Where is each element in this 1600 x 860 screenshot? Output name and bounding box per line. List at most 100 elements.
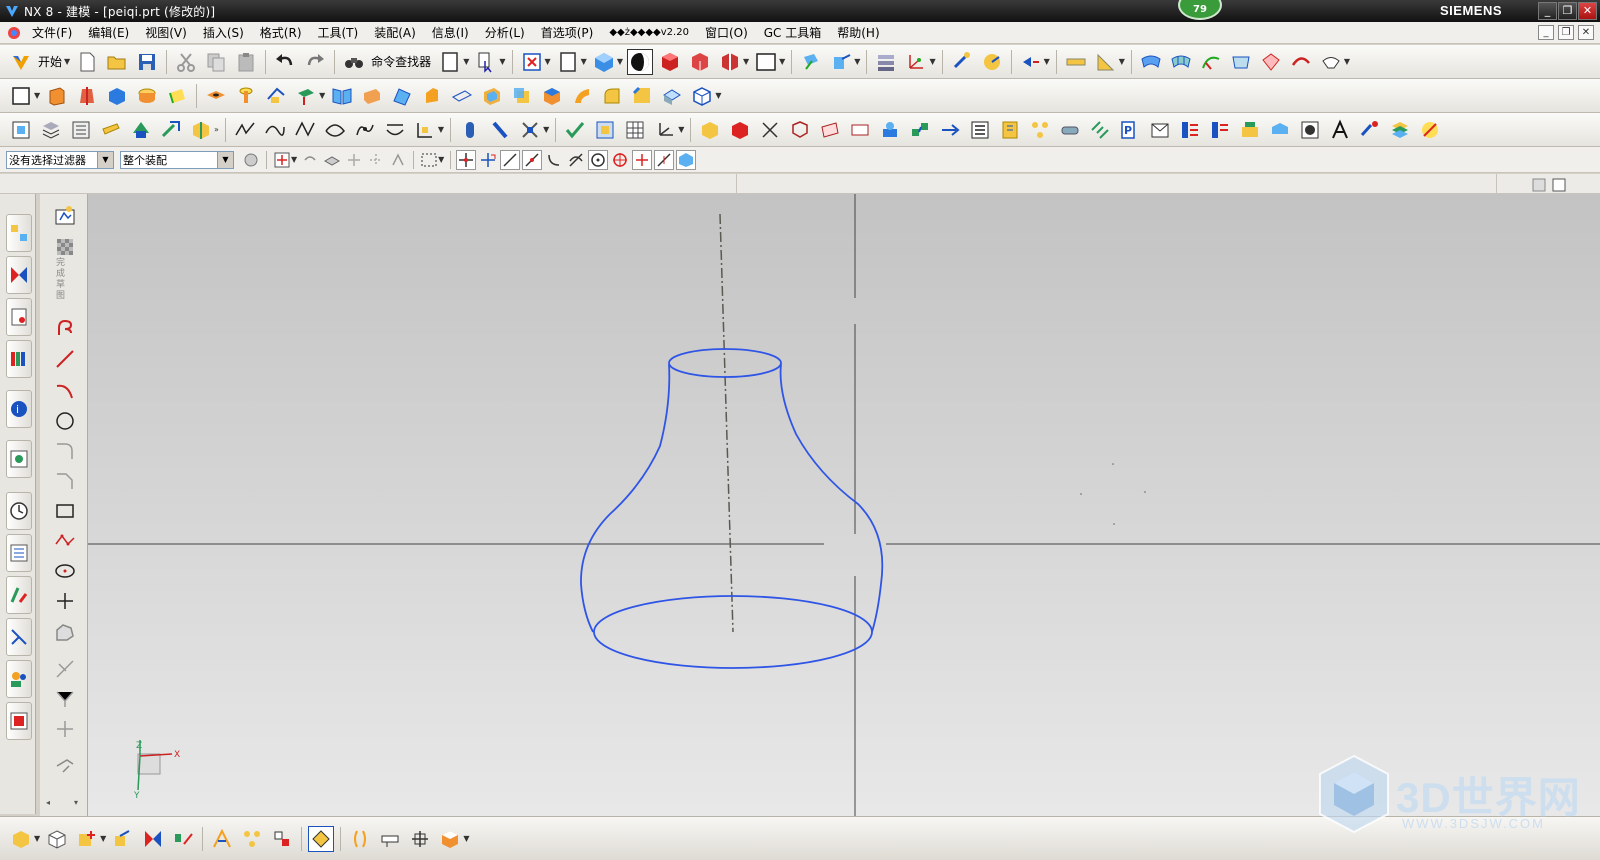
- menu-plugin[interactable]: ◆◆ż◆◆◆◆v2.20: [601, 27, 697, 38]
- gc-tool-9-icon[interactable]: [937, 117, 963, 143]
- gc-tool-11-icon[interactable]: [997, 117, 1023, 143]
- revolve-axis-centerline[interactable]: [719, 213, 734, 633]
- curve-tool-1-icon[interactable]: [232, 117, 258, 143]
- gc-tool-13-icon[interactable]: [1057, 117, 1083, 143]
- bottom-tool-3-icon[interactable]: [74, 826, 100, 852]
- general-select-icon[interactable]: [272, 150, 292, 170]
- constraints-icon[interactable]: [52, 752, 78, 778]
- menu-window[interactable]: 窗口(O): [697, 24, 756, 41]
- snap-point-on-surface-icon[interactable]: [676, 149, 697, 170]
- restore-button[interactable]: ❐: [1558, 2, 1577, 20]
- bottom-tool-7-icon[interactable]: [209, 826, 235, 852]
- bottom-tool-5-icon[interactable]: [140, 826, 166, 852]
- menu-tools[interactable]: 工具(T): [310, 24, 367, 41]
- slot-icon[interactable]: [359, 83, 385, 109]
- cut-icon[interactable]: [173, 49, 199, 75]
- start-button-label[interactable]: 开始: [38, 53, 62, 70]
- shaded-cube-icon[interactable]: [591, 49, 617, 75]
- layer-stack-icon[interactable]: [38, 117, 64, 143]
- command-finder-label[interactable]: 命令查找器: [371, 53, 431, 70]
- quick-extend-icon[interactable]: [52, 686, 78, 712]
- gc-tool-18-icon[interactable]: [1207, 117, 1233, 143]
- select-face-icon[interactable]: [322, 150, 342, 170]
- scroll-down-icon[interactable]: ▾: [74, 798, 78, 807]
- snap-control-point-icon[interactable]: [544, 150, 564, 170]
- rectangle-select-icon[interactable]: [419, 150, 439, 170]
- process-studio-tab-icon[interactable]: [6, 576, 32, 614]
- draft-icon[interactable]: [569, 83, 595, 109]
- curve-tool-3-icon[interactable]: [292, 117, 318, 143]
- gc-tool-15-icon[interactable]: P: [1117, 117, 1143, 143]
- block-icon[interactable]: [104, 83, 130, 109]
- doc-minimize-button[interactable]: _: [1538, 25, 1554, 40]
- right-profile-curve[interactable]: [779, 363, 884, 633]
- minimize-button[interactable]: _: [1538, 2, 1557, 20]
- open-folder-icon[interactable]: [104, 49, 130, 75]
- gc-tool-3-icon[interactable]: [757, 117, 783, 143]
- curve-tool-2-icon[interactable]: [262, 117, 288, 143]
- menu-analysis[interactable]: 分析(L): [477, 24, 533, 41]
- hd3d-tools-tab-icon[interactable]: i: [6, 390, 32, 428]
- gc-tool-21-icon[interactable]: [1297, 117, 1323, 143]
- palette-tab-icon[interactable]: [6, 702, 32, 740]
- filter-settings-icon[interactable]: [241, 150, 261, 170]
- bottom-tool-4-icon[interactable]: [110, 826, 136, 852]
- gc-tool-4-icon[interactable]: [787, 117, 813, 143]
- chamfer-sketch-icon[interactable]: [52, 468, 78, 494]
- tube-icon[interactable]: [457, 117, 483, 143]
- bottom-tool-14-icon[interactable]: [437, 826, 463, 852]
- list-view-icon[interactable]: [68, 117, 94, 143]
- gc-tool-24-icon[interactable]: [1417, 117, 1443, 143]
- gc-tool-17-icon[interactable]: [1177, 117, 1203, 143]
- surface-analysis-icon[interactable]: [1228, 49, 1254, 75]
- select-feature-icon[interactable]: [344, 150, 364, 170]
- menu-format[interactable]: 格式(R): [252, 24, 310, 41]
- menu-insert[interactable]: 插入(S): [195, 24, 252, 41]
- bottom-tool-6-icon[interactable]: [170, 826, 196, 852]
- assembly-navigator-tab-icon[interactable]: [6, 214, 32, 252]
- emboss-icon[interactable]: [419, 83, 445, 109]
- curve-tool-7-icon[interactable]: [412, 117, 438, 143]
- web-browser-tab-icon[interactable]: [6, 440, 32, 478]
- manufacturing-wizard-tab-icon[interactable]: [6, 618, 32, 656]
- gc-tool-10-icon[interactable]: [967, 117, 993, 143]
- graphics-window[interactable]: Z X Y: [88, 194, 1600, 816]
- finish-sketch-icon[interactable]: [52, 202, 78, 228]
- bottom-tool-2-icon[interactable]: [44, 826, 70, 852]
- grid-table-icon[interactable]: [622, 117, 648, 143]
- view-sheet-icon[interactable]: [555, 49, 581, 75]
- gc-tool-1-icon[interactable]: [697, 117, 723, 143]
- red-blend-icon[interactable]: [1288, 49, 1314, 75]
- redo-icon[interactable]: [302, 49, 328, 75]
- gc-tool-8-icon[interactable]: [907, 117, 933, 143]
- gc-tool-20-icon[interactable]: [1267, 117, 1293, 143]
- info-cursor-icon[interactable]: [473, 49, 499, 75]
- snap-intersection-icon[interactable]: [566, 150, 586, 170]
- wcs-icon[interactable]: [903, 49, 929, 75]
- menu-edit[interactable]: 编辑(E): [80, 24, 137, 41]
- extrude-icon[interactable]: [44, 83, 70, 109]
- bottom-tool-12-icon[interactable]: [377, 826, 403, 852]
- surface-tools-icon[interactable]: [1318, 49, 1344, 75]
- cylinder-icon[interactable]: [134, 83, 160, 109]
- start-icon[interactable]: [8, 49, 34, 75]
- triangle-ruler-icon[interactable]: [1093, 49, 1119, 75]
- snap-move-icon[interactable]: [478, 150, 498, 170]
- curve-analysis-icon[interactable]: [1198, 49, 1224, 75]
- bottom-tool-13-icon[interactable]: [407, 826, 433, 852]
- ruler-icon[interactable]: [1063, 49, 1089, 75]
- scroll-left-icon[interactable]: ◂: [46, 798, 50, 807]
- snap-point-on-curve-icon[interactable]: [654, 149, 675, 170]
- menu-help[interactable]: 帮助(H): [829, 24, 887, 41]
- paste-icon[interactable]: [233, 49, 259, 75]
- face-blend-icon[interactable]: [659, 83, 685, 109]
- pocket-icon[interactable]: [263, 83, 289, 109]
- bottom-tool-11-icon[interactable]: [347, 826, 373, 852]
- make-corner-icon[interactable]: [52, 716, 78, 742]
- bottom-tool-8-icon[interactable]: [239, 826, 265, 852]
- feature-group-icon[interactable]: [592, 117, 618, 143]
- new-file-icon[interactable]: [74, 49, 100, 75]
- model-canvas[interactable]: Z X Y: [88, 194, 1600, 816]
- polygon-icon[interactable]: [52, 528, 78, 554]
- measure-distance-icon[interactable]: [949, 49, 975, 75]
